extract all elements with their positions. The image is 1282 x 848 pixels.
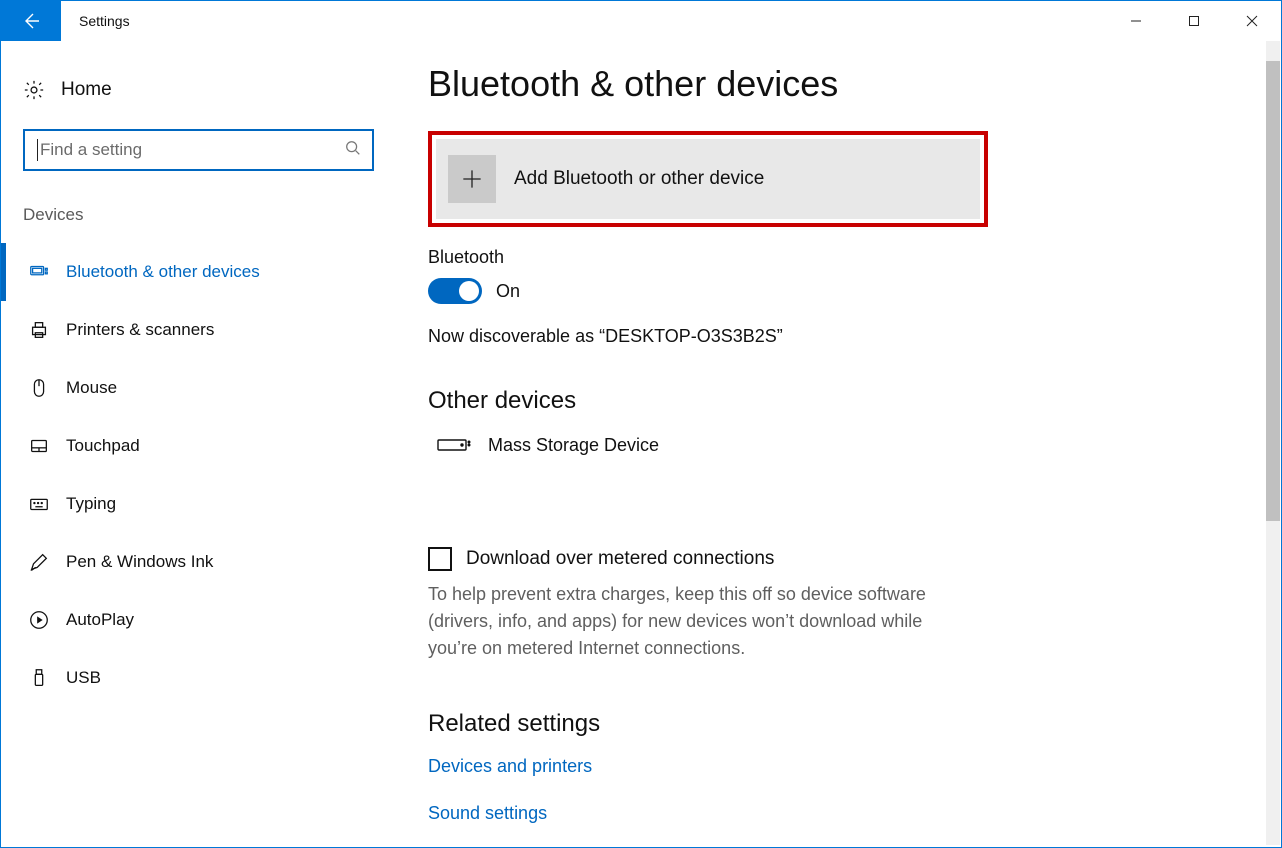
sidebar-item-mouse[interactable]: Mouse: [1, 359, 396, 417]
home-button[interactable]: Home: [1, 73, 396, 107]
sidebar-item-label: Printers & scanners: [66, 320, 214, 340]
link-devices-and-printers[interactable]: Devices and printers: [428, 756, 1281, 777]
main-content: Bluetooth & other devices Add Bluetooth …: [396, 41, 1281, 847]
back-arrow-icon: [21, 11, 41, 31]
discoverable-text: Now discoverable as “DESKTOP-O3S3B2S”: [428, 326, 1281, 347]
text-caret: [37, 139, 38, 161]
back-button[interactable]: [1, 1, 61, 41]
device-row[interactable]: Mass Storage Device: [428, 433, 1281, 457]
metered-checkbox[interactable]: [428, 547, 452, 571]
sidebar-item-typing[interactable]: Typing: [1, 475, 396, 533]
sidebar: Home Find a setting Devices Bluetooth &: [1, 41, 396, 847]
mouse-icon: [28, 377, 66, 399]
sidebar-item-printers[interactable]: Printers & scanners: [1, 301, 396, 359]
window-title: Settings: [79, 13, 130, 29]
autoplay-icon: [28, 609, 66, 631]
metered-help-text: To help prevent extra charges, keep this…: [428, 581, 948, 662]
bluetooth-label: Bluetooth: [428, 247, 1281, 268]
sidebar-item-label: USB: [66, 668, 101, 688]
printer-icon: [28, 319, 66, 341]
search-placeholder: Find a setting: [40, 140, 344, 160]
add-device-button[interactable]: Add Bluetooth or other device: [436, 139, 980, 219]
metered-checkbox-label: Download over metered connections: [466, 548, 774, 570]
window-controls: [1107, 1, 1281, 41]
sidebar-item-bluetooth[interactable]: Bluetooth & other devices: [1, 243, 396, 301]
sidebar-item-autoplay[interactable]: AutoPlay: [1, 591, 396, 649]
plus-icon: [448, 155, 496, 203]
link-sound-settings[interactable]: Sound settings: [428, 803, 1281, 824]
storage-device-icon: [436, 433, 488, 457]
sidebar-item-touchpad[interactable]: Touchpad: [1, 417, 396, 475]
touchpad-icon: [28, 435, 66, 457]
sidebar-section-header: Devices: [1, 205, 396, 243]
sidebar-item-label: AutoPlay: [66, 610, 134, 630]
sidebar-item-usb[interactable]: USB: [1, 649, 396, 707]
other-devices-title: Other devices: [428, 387, 1281, 415]
sidebar-item-label: Touchpad: [66, 436, 140, 456]
close-button[interactable]: [1223, 1, 1281, 41]
bluetooth-toggle[interactable]: [428, 278, 482, 304]
keyboard-icon: [28, 493, 66, 515]
minimize-button[interactable]: [1107, 1, 1165, 41]
usb-icon: [28, 667, 66, 689]
home-label: Home: [61, 79, 112, 101]
sidebar-item-pen[interactable]: Pen & Windows Ink: [1, 533, 396, 591]
search-input[interactable]: Find a setting: [23, 129, 374, 171]
device-name: Mass Storage Device: [488, 435, 659, 456]
add-device-label: Add Bluetooth or other device: [514, 168, 764, 190]
scrollbar-thumb[interactable]: [1266, 61, 1280, 521]
maximize-icon: [1188, 15, 1200, 27]
toggle-knob: [459, 281, 479, 301]
pen-icon: [28, 551, 66, 573]
search-icon: [344, 139, 362, 162]
toggle-state-label: On: [496, 281, 520, 302]
minimize-icon: [1130, 15, 1142, 27]
related-settings-title: Related settings: [428, 710, 1281, 738]
gear-icon: [23, 79, 61, 101]
sidebar-item-label: Typing: [66, 494, 116, 514]
maximize-button[interactable]: [1165, 1, 1223, 41]
add-device-highlight: Add Bluetooth or other device: [428, 131, 988, 227]
sidebar-item-label: Bluetooth & other devices: [66, 262, 260, 282]
page-title: Bluetooth & other devices: [428, 63, 1281, 105]
sidebar-item-label: Mouse: [66, 378, 117, 398]
titlebar: Settings: [1, 1, 1281, 41]
sidebar-item-label: Pen & Windows Ink: [66, 552, 213, 572]
close-icon: [1246, 15, 1258, 27]
bluetooth-icon: [28, 261, 66, 283]
